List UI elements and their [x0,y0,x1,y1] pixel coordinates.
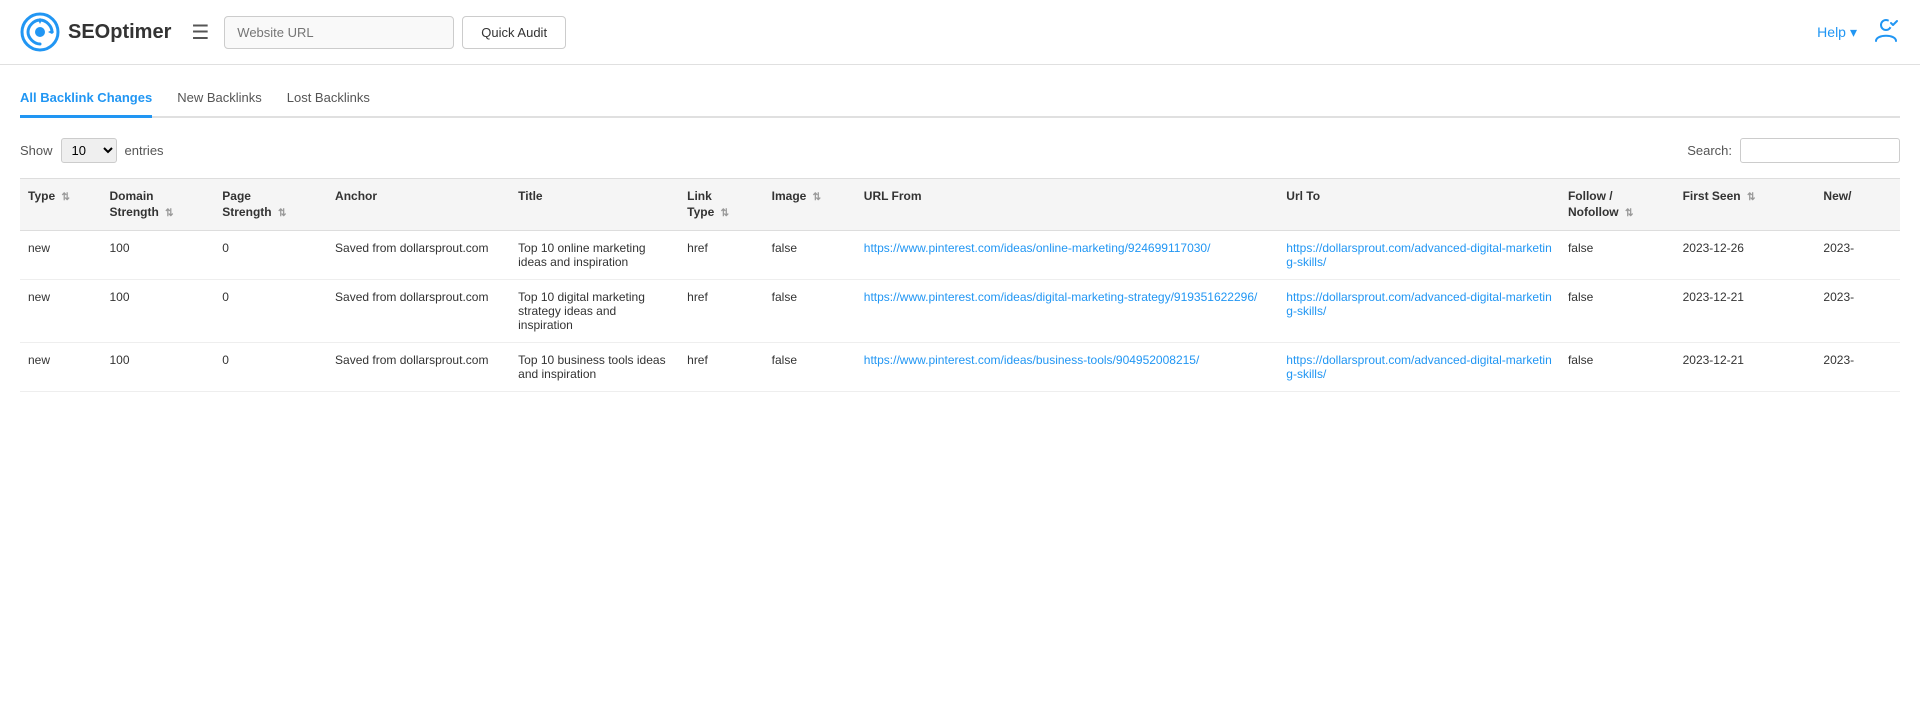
cell-title-2: Top 10 business tools ideas and inspirat… [510,343,679,392]
url-to-link-0[interactable]: https://dollarsprout.com/advanced-digita… [1286,241,1551,269]
th-anchor: Anchor [327,179,510,231]
th-image: Image ⇅ [764,179,856,231]
show-label: Show [20,143,53,158]
cell-url-to-2: https://dollarsprout.com/advanced-digita… [1278,343,1560,392]
th-link-type: LinkType ⇅ [679,179,764,231]
th-url-from: URL From [856,179,1279,231]
cell-link-type-2: href [679,343,764,392]
show-entries-bar: Show 10 25 50 100 entries Search: [20,138,1900,163]
cell-domain-strength-2: 100 [101,343,214,392]
table-row: new 100 0 Saved from dollarsprout.com To… [20,231,1900,280]
logo-area: SEOptimer [20,12,171,52]
th-page-strength: PageStrength ⇅ [214,179,327,231]
cell-type-0: new [20,231,101,280]
url-from-link-1[interactable]: https://www.pinterest.com/ideas/digital-… [864,290,1258,304]
sort-link-icon[interactable]: ⇅ [721,208,729,219]
th-title: Title [510,179,679,231]
sort-page-icon[interactable]: ⇅ [278,208,286,219]
cell-first-seen-0: 2023-12-26 [1675,231,1816,280]
quick-audit-button[interactable]: Quick Audit [462,16,566,49]
header-right: Help ▾ [1817,15,1900,49]
search-area: Search: [1687,138,1900,163]
header: SEOptimer ☰ Quick Audit Help ▾ [0,0,1920,65]
cell-title-0: Top 10 online marketing ideas and inspir… [510,231,679,280]
th-follow-nofollow: Follow /Nofollow ⇅ [1560,179,1675,231]
table-row: new 100 0 Saved from dollarsprout.com To… [20,280,1900,343]
cell-url-from-0: https://www.pinterest.com/ideas/online-m… [856,231,1279,280]
cell-type-2: new [20,343,101,392]
cell-page-strength-2: 0 [214,343,327,392]
tab-new-backlinks[interactable]: New Backlinks [177,80,262,118]
cell-image-2: false [764,343,856,392]
content: All Backlink Changes New Backlinks Lost … [0,65,1920,407]
cell-url-from-1: https://www.pinterest.com/ideas/digital-… [856,280,1279,343]
sort-first-seen-icon[interactable]: ⇅ [1747,192,1755,203]
tab-all-backlink-changes[interactable]: All Backlink Changes [20,80,152,118]
url-from-link-2[interactable]: https://www.pinterest.com/ideas/business… [864,353,1200,367]
backlinks-table: Type ⇅ DomainStrength ⇅ PageStrength ⇅ A… [20,178,1900,392]
url-to-link-1[interactable]: https://dollarsprout.com/advanced-digita… [1286,290,1551,318]
cell-follow-0: false [1560,231,1675,280]
cell-url-from-2: https://www.pinterest.com/ideas/business… [856,343,1279,392]
cell-new-0: 2023- [1815,231,1900,280]
th-first-seen: First Seen ⇅ [1675,179,1816,231]
table-header-row: Type ⇅ DomainStrength ⇅ PageStrength ⇅ A… [20,179,1900,231]
sort-image-icon[interactable]: ⇅ [813,192,821,203]
logo-icon [20,12,60,52]
sort-follow-icon[interactable]: ⇅ [1625,208,1633,219]
user-icon[interactable] [1872,15,1900,49]
cell-type-1: new [20,280,101,343]
help-button[interactable]: Help ▾ [1817,24,1857,41]
logo-text: SEOptimer [68,21,171,44]
cell-image-0: false [764,231,856,280]
cell-page-strength-0: 0 [214,231,327,280]
cell-domain-strength-0: 100 [101,231,214,280]
tabs: All Backlink Changes New Backlinks Lost … [20,80,1900,118]
help-arrow-icon: ▾ [1850,24,1857,41]
cell-follow-2: false [1560,343,1675,392]
cell-image-1: false [764,280,856,343]
cell-new-1: 2023- [1815,280,1900,343]
cell-anchor-0: Saved from dollarsprout.com [327,231,510,280]
th-type: Type ⇅ [20,179,101,231]
cell-page-strength-1: 0 [214,280,327,343]
url-to-link-2[interactable]: https://dollarsprout.com/advanced-digita… [1286,353,1551,381]
search-input[interactable] [1740,138,1900,163]
cell-link-type-1: href [679,280,764,343]
website-url-input[interactable] [224,16,454,49]
entries-label: entries [125,143,164,158]
cell-first-seen-2: 2023-12-21 [1675,343,1816,392]
sort-domain-icon[interactable]: ⇅ [165,208,173,219]
cell-title-1: Top 10 digital marketing strategy ideas … [510,280,679,343]
tab-lost-backlinks[interactable]: Lost Backlinks [287,80,370,118]
cell-anchor-1: Saved from dollarsprout.com [327,280,510,343]
sort-type-icon[interactable]: ⇅ [61,192,69,203]
show-entries-left: Show 10 25 50 100 entries [20,138,164,163]
help-label: Help [1817,24,1846,40]
table-body: new 100 0 Saved from dollarsprout.com To… [20,231,1900,392]
entries-select[interactable]: 10 25 50 100 [61,138,117,163]
cell-first-seen-1: 2023-12-21 [1675,280,1816,343]
th-domain-strength: DomainStrength ⇅ [101,179,214,231]
cell-link-type-0: href [679,231,764,280]
search-label: Search: [1687,143,1732,158]
th-url-to: Url To [1278,179,1560,231]
cell-anchor-2: Saved from dollarsprout.com [327,343,510,392]
cell-url-to-1: https://dollarsprout.com/advanced-digita… [1278,280,1560,343]
hamburger-menu-icon[interactable]: ☰ [191,20,209,45]
cell-follow-1: false [1560,280,1675,343]
th-new: New/ [1815,179,1900,231]
cell-new-2: 2023- [1815,343,1900,392]
table-row: new 100 0 Saved from dollarsprout.com To… [20,343,1900,392]
url-from-link-0[interactable]: https://www.pinterest.com/ideas/online-m… [864,241,1211,255]
cell-domain-strength-1: 100 [101,280,214,343]
cell-url-to-0: https://dollarsprout.com/advanced-digita… [1278,231,1560,280]
